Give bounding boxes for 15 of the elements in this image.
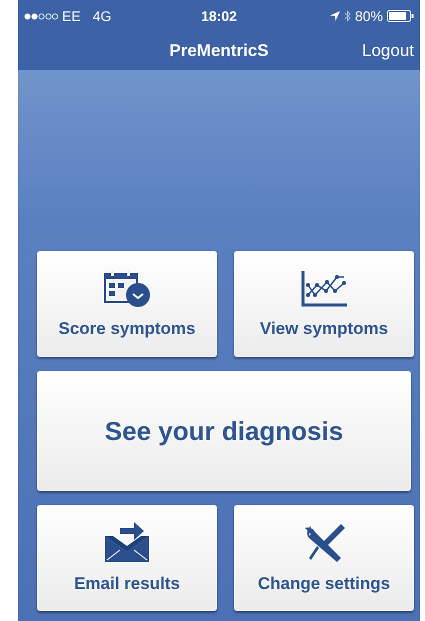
- menu-tile[interactable]: Change settings: [234, 505, 414, 611]
- battery-icon: [387, 10, 414, 22]
- menu-tile[interactable]: View symptoms: [234, 251, 414, 357]
- bluetooth-icon: [344, 10, 351, 22]
- menu-tile[interactable]: Score symptoms: [37, 251, 217, 357]
- menu-tile[interactable]: Email results: [37, 505, 217, 611]
- app-title: PreMentricS: [169, 41, 269, 61]
- carrier-text: EE: [62, 8, 81, 24]
- location-arrow-icon: [330, 11, 340, 21]
- network-text: 4G: [92, 8, 112, 24]
- signal-icon: [24, 12, 58, 20]
- battery-percent: 80%: [354, 8, 383, 24]
- menu-tile[interactable]: See your diagnosis: [37, 371, 411, 491]
- logout-link[interactable]: Logout: [362, 41, 414, 61]
- clock-text: 18:02: [201, 8, 237, 24]
